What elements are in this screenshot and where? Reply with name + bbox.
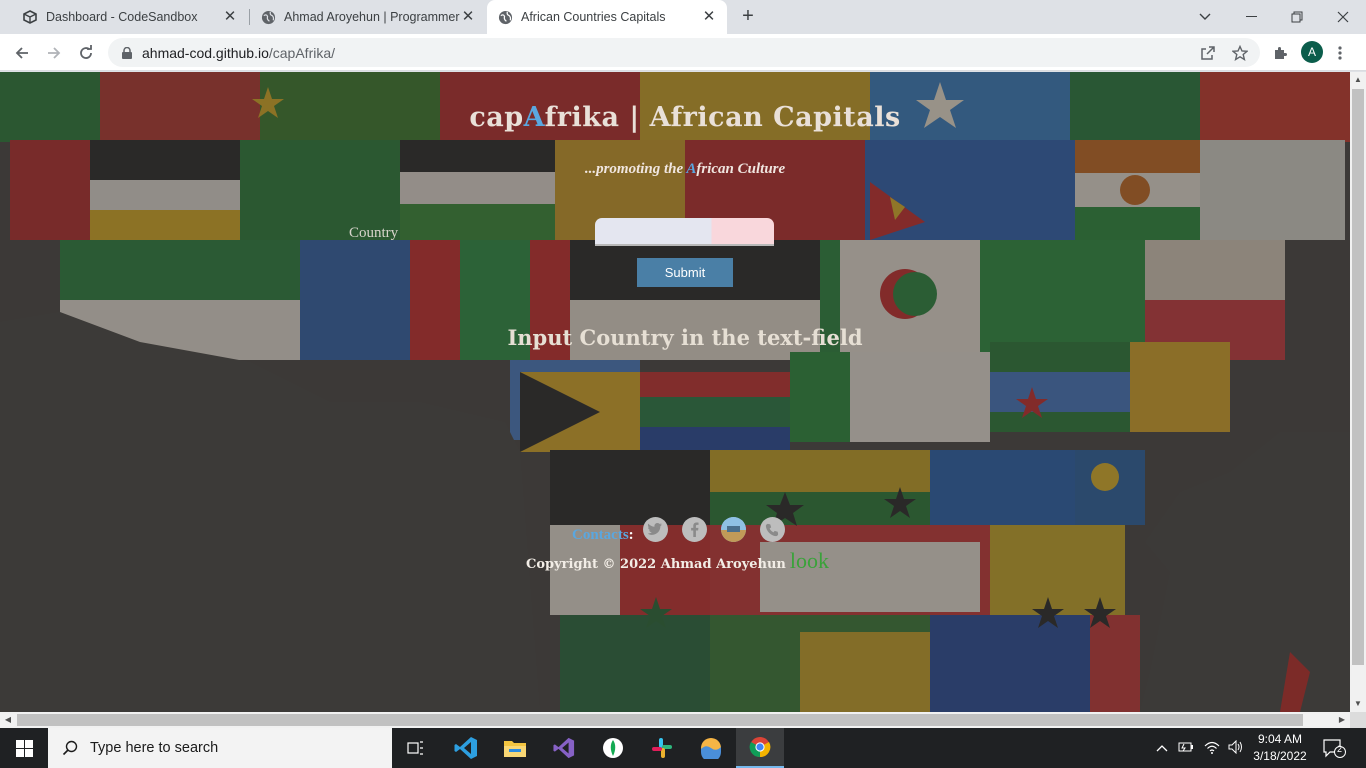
- tab-title: Dashboard - CodeSandbox: [46, 10, 198, 24]
- taskbar-search-input[interactable]: Type here to search: [48, 728, 392, 768]
- horizontal-scrollbar[interactable]: ◀ ▶: [0, 712, 1350, 728]
- lock-icon: [122, 46, 132, 59]
- tab-portfolio[interactable]: Ahmad Aroyehun | Programmer ✕: [250, 0, 486, 34]
- share-icon[interactable]: [1194, 39, 1222, 67]
- tab-search-chevron-icon[interactable]: [1182, 0, 1228, 34]
- scroll-left-arrow-icon[interactable]: ◀: [0, 712, 16, 728]
- globe-icon: [497, 9, 513, 25]
- look-link[interactable]: look: [790, 548, 829, 573]
- tagline-part: frican Culture: [696, 161, 786, 177]
- taskbar-clock[interactable]: 9:04 AM 3/18/2022: [1248, 731, 1312, 765]
- search-placeholder: Type here to search: [90, 740, 219, 756]
- battery-icon[interactable]: [1178, 741, 1194, 756]
- page-viewport: capAfrika | African Capitals ...promotin…: [0, 72, 1350, 712]
- back-button[interactable]: [8, 39, 36, 67]
- tagline-part: ...promoting the: [584, 161, 687, 177]
- windows-start-icon[interactable]: [0, 728, 48, 768]
- tab-african-capitals[interactable]: African Countries Capitals ✕: [487, 0, 727, 34]
- tagline-accent-letter: A: [686, 161, 697, 177]
- browser-tabstrip: Dashboard - CodeSandbox ✕ Ahmad Aroyehun…: [0, 0, 1366, 34]
- search-icon: [62, 740, 78, 756]
- contacts-colon: :: [628, 527, 634, 543]
- codesandbox-icon: [22, 9, 38, 25]
- address-bar[interactable]: ahmad-cod.github.io/capAfrika/: [108, 38, 1260, 67]
- vscode-icon[interactable]: [442, 728, 490, 768]
- submit-button[interactable]: Submit: [637, 258, 733, 287]
- notification-count: 2: [1337, 744, 1343, 754]
- volume-icon[interactable]: [1228, 739, 1244, 757]
- slack-icon[interactable]: [638, 728, 686, 768]
- new-tab-button[interactable]: +: [736, 5, 760, 29]
- scroll-right-arrow-icon[interactable]: ▶: [1334, 712, 1350, 728]
- chrome-icon[interactable]: [736, 728, 784, 768]
- portfolio-icon[interactable]: [720, 517, 746, 542]
- visual-studio-icon[interactable]: [540, 728, 588, 768]
- close-icon[interactable]: ✕: [460, 9, 476, 25]
- app-icon[interactable]: [687, 728, 735, 768]
- vertical-scroll-thumb[interactable]: [1352, 89, 1364, 665]
- contacts-row: Contacts:: [572, 515, 799, 544]
- system-tray: [1156, 728, 1244, 768]
- globe-icon: [260, 9, 276, 25]
- close-icon[interactable]: ✕: [222, 9, 238, 25]
- tab-title: Ahmad Aroyehun | Programmer: [284, 10, 460, 24]
- url-host: ahmad-cod.github.io: [142, 44, 269, 61]
- clock-time: 9:04 AM: [1257, 732, 1303, 746]
- minimize-button[interactable]: [1228, 0, 1274, 34]
- scrollbar-corner: [1350, 712, 1366, 728]
- mongodb-compass-icon[interactable]: [589, 728, 637, 768]
- profile-avatar[interactable]: A: [1301, 41, 1323, 63]
- scroll-down-arrow-icon[interactable]: ▼: [1350, 696, 1366, 712]
- horizontal-scroll-thumb[interactable]: [17, 714, 1303, 726]
- windows-taskbar: Type here to search 9:04 AM 3/18/2022 2: [0, 728, 1366, 768]
- title-part: cap: [469, 102, 524, 133]
- close-icon[interactable]: ✕: [701, 9, 717, 25]
- task-view-icon[interactable]: [392, 728, 440, 768]
- tab-title: African Countries Capitals: [521, 10, 666, 24]
- country-input[interactable]: [595, 218, 774, 246]
- country-label: Country: [349, 225, 399, 241]
- tagline: ...promoting the African Culture: [0, 161, 1350, 178]
- copyright-label: Copyright © 2022 Ahmad Aroyehun: [526, 557, 786, 572]
- clock-date: 3/18/2022: [1253, 749, 1307, 763]
- vertical-scrollbar[interactable]: ▲ ▼: [1350, 72, 1366, 712]
- file-explorer-icon[interactable]: [491, 728, 539, 768]
- copyright-text: Copyright © 2022 Ahmad Aroyehun look: [526, 548, 829, 574]
- forward-button[interactable]: [40, 39, 68, 67]
- close-window-button[interactable]: [1320, 0, 1366, 34]
- restore-button[interactable]: [1274, 0, 1320, 34]
- title-part: frika | African Capitals: [544, 102, 901, 133]
- phone-icon[interactable]: [759, 517, 785, 542]
- bookmark-star-icon[interactable]: [1226, 39, 1254, 67]
- scroll-up-arrow-icon[interactable]: ▲: [1350, 72, 1366, 88]
- facebook-icon[interactable]: [681, 517, 707, 542]
- browser-toolbar: ahmad-cod.github.io/capAfrika/ A: [0, 34, 1366, 71]
- chevron-up-icon[interactable]: [1156, 741, 1168, 755]
- contacts-label: Contacts: [572, 527, 629, 543]
- menu-kebab-icon[interactable]: [1326, 39, 1354, 67]
- wifi-icon[interactable]: [1204, 740, 1220, 757]
- title-accent-letter: A: [523, 102, 545, 133]
- reload-button[interactable]: [72, 39, 100, 67]
- notification-center-icon[interactable]: 2: [1322, 738, 1346, 758]
- result-message: Input Country in the text-field: [507, 325, 863, 350]
- page-title: capAfrika | African Capitals: [0, 102, 1350, 133]
- url-path: /capAfrika/: [268, 44, 336, 61]
- tab-codesandbox[interactable]: Dashboard - CodeSandbox ✕: [12, 0, 248, 34]
- twitter-icon[interactable]: [642, 517, 668, 542]
- extensions-puzzle-icon[interactable]: [1266, 39, 1294, 67]
